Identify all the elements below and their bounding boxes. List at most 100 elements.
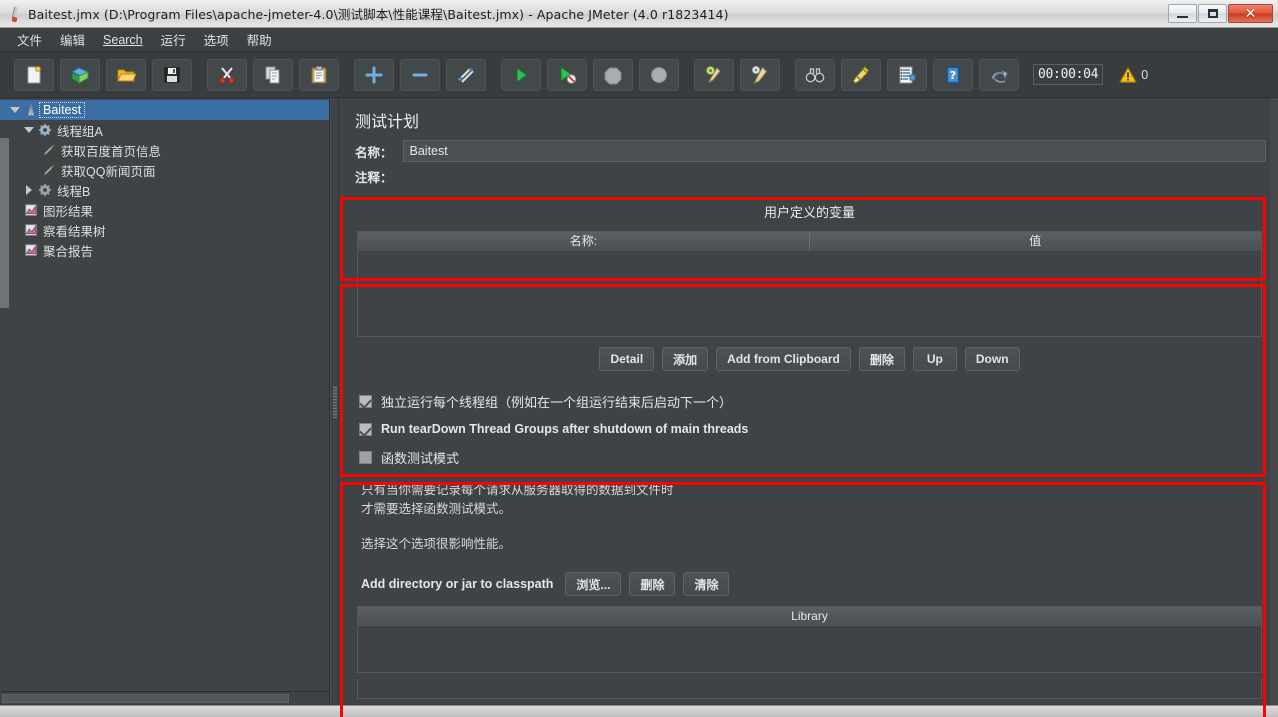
tree-node-view-results-tree[interactable]: 察看结果树 — [0, 220, 329, 240]
menu-edit[interactable]: 编辑 — [51, 28, 94, 51]
classpath-clear-button[interactable]: 清除 — [683, 572, 730, 596]
udv-detail-button[interactable]: Detail — [599, 347, 655, 371]
classpath-delete-button[interactable]: 删除 — [629, 572, 676, 596]
warning-indicator[interactable]: 0 — [1119, 66, 1148, 84]
test-plan-editor: 测试计划 名称： Baitest 注释： 用户定义的变量 名称: 值 Detai… — [339, 98, 1278, 705]
menu-help[interactable]: 帮助 — [238, 28, 281, 51]
menu-file[interactable]: 文件 — [8, 28, 51, 51]
toggle-switch-icon[interactable] — [446, 58, 486, 91]
help-line-2: 才需要选择函数测试模式。 — [361, 502, 512, 516]
menu-search-label: Search — [103, 32, 143, 47]
maximize-button[interactable] — [1198, 4, 1227, 23]
toolbar-separator — [786, 60, 789, 90]
pane-splitter[interactable] — [330, 98, 339, 705]
tree-node-label: 察看结果树 — [43, 224, 106, 239]
help-line-3: 选择这个选项很影响性能。 — [361, 537, 512, 551]
tree-node-thread-group-b[interactable]: 线程B — [0, 180, 329, 200]
test-plan-tree[interactable]: Baitest 线程组A 获取百度首页信息 获取QQ新闻页面 线程B 图形结果 … — [0, 98, 329, 691]
udv-table-body[interactable] — [358, 251, 1261, 336]
serialize-threadgroups-label: 独立运行每个线程组（例如在一个组运行结束后启动下一个） — [381, 394, 733, 410]
library-table-body[interactable] — [357, 625, 1262, 673]
udv-table[interactable]: 名称: 值 — [357, 231, 1262, 337]
tree-node-baitest[interactable]: Baitest — [0, 100, 329, 120]
teardown-threadgroups-label: Run tearDown Thread Groups after shutdow… — [381, 422, 749, 436]
teardown-threadgroups-checkbox[interactable] — [359, 422, 372, 436]
teardown-threadgroups-row[interactable]: Run tearDown Thread Groups after shutdow… — [359, 415, 1262, 443]
udv-up-button[interactable]: Up — [912, 347, 957, 371]
plan-name-value: Baitest — [409, 144, 448, 158]
library-column-header[interactable]: Library — [357, 606, 1262, 625]
toolbar-separator — [685, 60, 688, 90]
templates-icon[interactable] — [60, 58, 100, 91]
tree-node-label: 聚合报告 — [43, 244, 94, 259]
classpath-label: Add directory or jar to classpath — [361, 577, 554, 591]
udv-column-name[interactable]: 名称: — [358, 232, 810, 251]
function-helper-icon[interactable] — [887, 58, 927, 91]
serialize-threadgroups-checkbox[interactable] — [359, 394, 372, 408]
library-table-footer — [357, 679, 1262, 699]
tree-vertical-scrollbar[interactable] — [0, 138, 9, 308]
functional-test-mode-row[interactable]: 函数测试模式 — [359, 443, 1262, 471]
copy-pages-icon[interactable] — [253, 58, 293, 91]
toolbar-separator — [492, 60, 495, 90]
tree-node-graph-results[interactable]: 图形结果 — [0, 200, 329, 220]
serialize-threadgroups-row[interactable]: 独立运行每个线程组（例如在一个组运行结束后启动下一个） — [359, 387, 1262, 415]
tree-horizontal-scrollbar[interactable] — [2, 694, 289, 703]
open-folder-icon[interactable] — [106, 58, 146, 91]
window-controls: ✕ — [1167, 4, 1273, 23]
undo-redo-icon[interactable] — [979, 58, 1019, 91]
search-binoculars-icon[interactable] — [795, 58, 835, 91]
start-no-pauses-icon[interactable] — [547, 58, 587, 91]
tree-node-aggregate-report[interactable]: 聚合报告 — [0, 240, 329, 260]
library-section: Library — [357, 606, 1262, 699]
udv-column-value[interactable]: 值 — [810, 232, 1262, 251]
test-plan-editor-pane: 测试计划 名称： Baitest 注释： 用户定义的变量 名称: 值 Detai… — [339, 98, 1278, 705]
page-title: 测试计划 — [355, 112, 420, 131]
warning-triangle-icon — [1119, 66, 1138, 83]
tree-node-baidu-sampler[interactable]: 获取百度首页信息 — [0, 140, 329, 160]
tree-node-qq-sampler[interactable]: 获取QQ新闻页面 — [0, 160, 329, 180]
functional-test-mode-checkbox[interactable] — [359, 450, 372, 464]
cut-scissors-icon[interactable] — [207, 58, 247, 91]
new-document-icon[interactable] — [14, 58, 54, 91]
editor-vertical-scrollbar[interactable] — [1270, 98, 1278, 705]
save-floppy-icon[interactable] — [152, 58, 192, 91]
help-line-1: 只有当你需要记录每个请求从服务器取得的数据到文件时 — [361, 483, 674, 497]
reset-search-broom-icon[interactable] — [841, 58, 881, 91]
chevron-down-icon[interactable] — [22, 127, 36, 133]
remove-minus-icon[interactable] — [400, 58, 440, 91]
plan-name-label: 名称： — [355, 145, 393, 160]
add-plus-icon[interactable] — [354, 58, 394, 91]
paste-clipboard-icon[interactable] — [299, 58, 339, 91]
functional-test-mode-label: 函数测试模式 — [381, 450, 460, 466]
tree-node-thread-group-a[interactable]: 线程组A — [0, 120, 329, 140]
udv-add-from-clipboard-button[interactable]: Add from Clipboard — [716, 347, 851, 371]
plan-name-input[interactable]: Baitest — [402, 140, 1266, 162]
tree-node-label: 线程B — [57, 184, 91, 199]
shutdown-circle-icon[interactable] — [639, 58, 679, 91]
udv-add-button[interactable]: 添加 — [662, 347, 709, 371]
functional-mode-help-text: 只有当你需要记录每个请求从服务器取得的数据到文件时 才需要选择函数测试模式。 选… — [359, 471, 1262, 554]
udv-delete-button[interactable]: 删除 — [858, 347, 905, 371]
clear-broom-icon[interactable] — [694, 58, 734, 91]
menu-run[interactable]: 运行 — [152, 28, 195, 51]
help-book-icon[interactable]: ? — [933, 58, 973, 91]
jmeter-window: Baitest.jmx (D:\Program Files\apache-jme… — [0, 0, 1278, 717]
menu-options[interactable]: 选项 — [195, 28, 238, 51]
toolbar: ? 00:00:04 0 — [0, 52, 1278, 98]
classpath-browse-button[interactable]: 浏览... — [565, 572, 622, 596]
clear-all-broom-icon[interactable] — [740, 58, 780, 91]
chevron-down-icon[interactable] — [8, 107, 22, 113]
menu-search[interactable]: Search — [94, 31, 152, 49]
stop-octagon-icon[interactable] — [593, 58, 633, 91]
chevron-right-icon[interactable] — [22, 185, 36, 195]
elapsed-timer: 00:00:04 — [1033, 64, 1104, 85]
tree-node-label: Baitest — [38, 102, 86, 118]
udv-down-button[interactable]: Down — [964, 347, 1020, 371]
close-button[interactable]: ✕ — [1228, 4, 1273, 23]
test-plan-tree-pane: Baitest 线程组A 获取百度首页信息 获取QQ新闻页面 线程B 图形结果 … — [0, 98, 330, 705]
minimize-button[interactable] — [1168, 4, 1197, 23]
udv-table-header: 名称: 值 — [358, 232, 1261, 251]
main-split: Baitest 线程组A 获取百度首页信息 获取QQ新闻页面 线程B 图形结果 … — [0, 98, 1278, 717]
start-play-icon[interactable] — [501, 58, 541, 91]
